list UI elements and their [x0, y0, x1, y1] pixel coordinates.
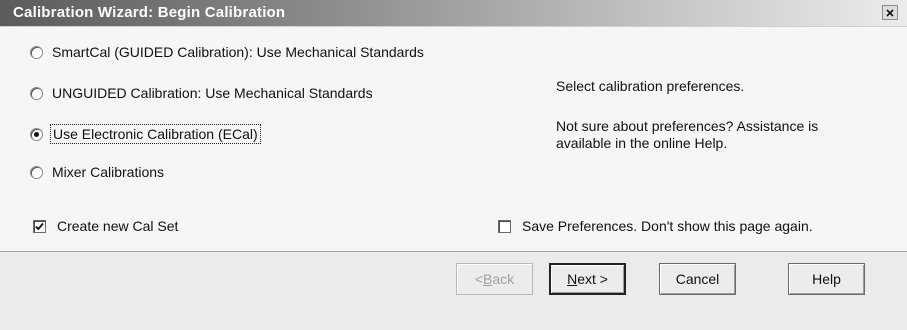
close-button[interactable] — [882, 5, 898, 20]
close-icon — [886, 8, 894, 17]
back-button[interactable]: < Back — [456, 263, 533, 295]
option-mixer-label: Mixer Calibrations — [52, 164, 165, 180]
window-title: Calibration Wizard: Begin Calibration — [13, 4, 286, 21]
next-button[interactable]: Next > — [549, 263, 626, 295]
save-preferences-checkbox-row[interactable]: Save Preferences. Don't show this page a… — [498, 218, 813, 234]
save-preferences-checkbox[interactable] — [498, 219, 511, 233]
create-cal-set-checkbox[interactable] — [33, 219, 46, 233]
option-ecal-label: Use Electronic Calibration (ECal) — [50, 124, 261, 144]
option-unguided-label: UNGUIDED Calibration: Use Mechanical Sta… — [52, 85, 373, 101]
title-bar[interactable]: Calibration Wizard: Begin Calibration — [0, 0, 907, 26]
info-select-preferences: Select calibration preferences. — [556, 78, 745, 94]
checkmark-icon — [35, 222, 44, 230]
option-unguided[interactable]: UNGUIDED Calibration: Use Mechanical Sta… — [30, 85, 373, 101]
info-assistance-line2: available in the online Help. — [556, 135, 728, 151]
option-ecal[interactable]: Use Electronic Calibration (ECal) — [30, 124, 261, 144]
create-cal-set-label: Create new Cal Set — [57, 218, 179, 234]
info-assistance-line1: Not sure about preferences? Assistance i… — [556, 118, 819, 134]
button-bar: < Back Next > Cancel Help — [0, 252, 907, 330]
option-mixer[interactable]: Mixer Calibrations — [30, 164, 164, 180]
cancel-button[interactable]: Cancel — [659, 263, 736, 295]
save-preferences-label: Save Preferences. Don't show this page a… — [522, 218, 813, 234]
calibration-wizard-dialog: Calibration Wizard: Begin Calibration Sm… — [0, 0, 907, 330]
option-smartcal-guided[interactable]: SmartCal (GUIDED Calibration): Use Mecha… — [30, 44, 424, 60]
create-cal-set-checkbox-row[interactable]: Create new Cal Set — [33, 218, 178, 234]
option-unguided-radio[interactable] — [30, 86, 43, 100]
wizard-content: SmartCal (GUIDED Calibration): Use Mecha… — [0, 26, 907, 252]
option-smartcal-label: SmartCal (GUIDED Calibration): Use Mecha… — [52, 44, 424, 60]
option-mixer-radio[interactable] — [30, 165, 43, 179]
option-ecal-radio[interactable] — [30, 127, 43, 141]
option-smartcal-radio[interactable] — [30, 45, 43, 59]
help-button[interactable]: Help — [788, 263, 865, 295]
